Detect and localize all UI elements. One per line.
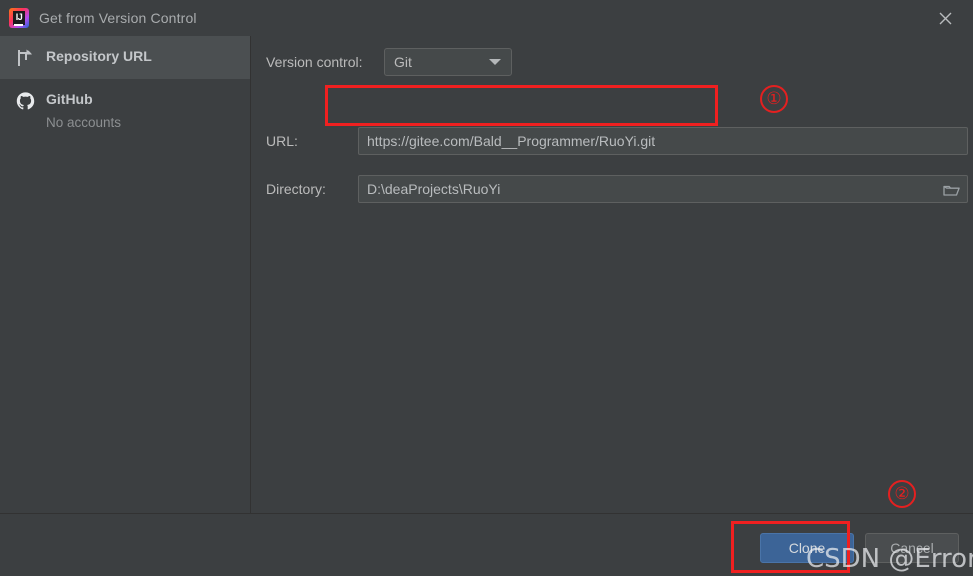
url-label: URL: xyxy=(266,133,298,149)
sidebar: Repository URL GitHub No accounts xyxy=(0,36,251,513)
main-panel: Version control: Git URL: https://gitee.… xyxy=(252,36,973,513)
url-row: URL: https://gitee.com/Bald__Programmer/… xyxy=(266,127,968,155)
close-icon[interactable] xyxy=(933,6,957,30)
version-control-label: Version control: xyxy=(266,54,363,70)
sidebar-item-label: Repository URL xyxy=(46,48,152,64)
clone-button[interactable]: Clone xyxy=(760,533,854,563)
branch-icon xyxy=(14,47,36,69)
cancel-button[interactable]: Cancel xyxy=(865,533,959,563)
sidebar-item-github[interactable]: GitHub No accounts xyxy=(0,79,250,143)
title-bar: IJ Get from Version Control xyxy=(0,0,973,36)
url-input[interactable]: https://gitee.com/Bald__Programmer/RuoYi… xyxy=(358,127,968,155)
directory-label: Directory: xyxy=(266,181,326,197)
window-title: Get from Version Control xyxy=(39,10,197,26)
sidebar-item-repository-url[interactable]: Repository URL xyxy=(0,36,250,79)
version-control-row: Version control: Git xyxy=(266,48,512,76)
directory-input-value: D:\deaProjects\RuoYi xyxy=(367,181,501,197)
version-control-value: Git xyxy=(394,54,412,70)
directory-row: Directory: D:\deaProjects\RuoYi xyxy=(266,175,968,203)
intellij-idea-icon: IJ xyxy=(9,8,29,28)
sidebar-item-label: GitHub xyxy=(46,91,93,107)
chevron-down-icon xyxy=(489,59,501,65)
github-icon xyxy=(14,90,36,112)
directory-input[interactable]: D:\deaProjects\RuoYi xyxy=(358,175,968,203)
folder-icon[interactable] xyxy=(940,180,962,200)
version-control-select[interactable]: Git xyxy=(384,48,512,76)
sidebar-item-sublabel: No accounts xyxy=(46,115,122,130)
url-input-value: https://gitee.com/Bald__Programmer/RuoYi… xyxy=(367,133,656,149)
get-from-version-control-dialog: IJ Get from Version Control Repository U… xyxy=(0,0,973,576)
